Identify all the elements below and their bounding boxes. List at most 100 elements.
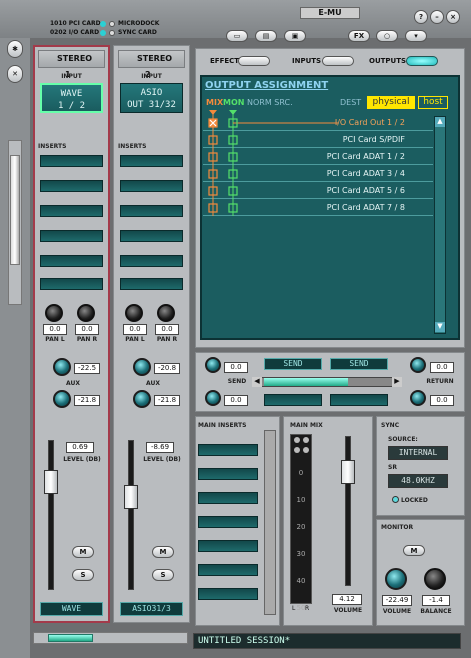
send-1-knob[interactable] — [205, 357, 221, 373]
strip-2-input-selector[interactable]: ASIO OUT 31/32 — [120, 83, 183, 113]
output-scrollbar[interactable] — [434, 116, 446, 334]
send-balance-fill — [264, 378, 348, 386]
send-insert-slot[interactable] — [264, 394, 322, 406]
strip-1-input-selector[interactable]: WAVE 1 / 2 — [40, 83, 103, 113]
send-2-value[interactable]: 0.0 — [224, 395, 248, 406]
tab-outputs-toggle[interactable] — [406, 56, 438, 66]
help-button[interactable]: ? — [414, 10, 428, 24]
main-inserts-scrollbar[interactable] — [264, 430, 276, 615]
tab-effect-toggle[interactable] — [238, 56, 270, 66]
strip-1-insert-slot[interactable] — [40, 155, 103, 167]
minimize-button[interactable]: – — [430, 10, 444, 24]
open-session-button[interactable]: ▤ — [255, 30, 277, 42]
main-insert-slot[interactable] — [198, 492, 258, 504]
strip-2-aux2-knob[interactable] — [133, 390, 151, 408]
main-insert-slot[interactable] — [198, 540, 258, 552]
over-led-l — [294, 447, 300, 453]
close-button[interactable]: × — [446, 10, 460, 24]
tab-inputs-toggle[interactable] — [322, 56, 354, 66]
monitor-volume-knob[interactable] — [385, 568, 407, 590]
send-1-value[interactable]: 0.0 — [224, 362, 248, 373]
main-insert-slot[interactable] — [198, 444, 258, 456]
strip-1-mute-button[interactable]: M — [72, 546, 94, 558]
strip-2-aux1-knob[interactable] — [133, 358, 151, 376]
strip-1-level-value[interactable]: 0.69 — [66, 442, 94, 453]
menu-arrow-button[interactable]: ▾ — [405, 30, 427, 42]
main-volume-value[interactable]: 4.12 — [332, 594, 362, 605]
save-session-button[interactable]: ▣ — [284, 30, 306, 42]
strip-1-pan-l-knob[interactable] — [45, 304, 63, 322]
send-insert-slot[interactable] — [330, 394, 388, 406]
strip-2-header[interactable]: STEREO 2 — [118, 50, 185, 79]
strip-1-solo-button[interactable]: S — [72, 569, 94, 581]
strip-1-insert-slot[interactable] — [40, 255, 103, 267]
strip-2-pan-r-value[interactable]: 0.0 — [155, 324, 179, 335]
monitor-mute-button[interactable]: M — [403, 545, 425, 556]
return-1-value[interactable]: 0.0 — [430, 362, 454, 373]
strip-1-insert-slot[interactable] — [40, 278, 103, 290]
strip-2-insert-slot[interactable] — [120, 205, 183, 217]
strip-1-fader-handle[interactable] — [44, 470, 58, 494]
return-2-value[interactable]: 0.0 — [430, 395, 454, 406]
strip-2-level-value[interactable]: -8.69 — [146, 442, 174, 453]
strip-2-aux2-value[interactable]: -21.8 — [154, 395, 180, 406]
main-fader-handle[interactable] — [341, 460, 355, 484]
strip-2-pan-r-knob[interactable] — [157, 304, 175, 322]
strip-2-solo-button[interactable]: S — [152, 569, 174, 581]
monitor-balance-knob[interactable] — [424, 568, 446, 590]
main-volume-label: VOLUME — [333, 607, 363, 614]
pin-button[interactable]: ✱ — [7, 40, 23, 58]
strip-1-aux1-knob[interactable] — [53, 358, 71, 376]
settings-button[interactable]: ○ — [376, 30, 398, 42]
strip-1-pan-r-value[interactable]: 0.0 — [75, 324, 99, 335]
strip-1-pan-r-knob[interactable] — [77, 304, 95, 322]
strip-2-insert-slot[interactable] — [120, 278, 183, 290]
strip-2-name[interactable]: ASIO31/3 — [120, 602, 183, 616]
tab-effect[interactable]: EFFECT — [210, 57, 239, 65]
strip-2-insert-slot[interactable] — [120, 155, 183, 167]
strip-1-insert-slot[interactable] — [40, 205, 103, 217]
strip-1-aux1-value[interactable]: -22.5 — [74, 363, 100, 374]
main-insert-slot[interactable] — [198, 564, 258, 576]
new-session-button[interactable]: ▭ — [226, 30, 248, 42]
strip-1-name[interactable]: WAVE — [40, 602, 103, 616]
strip-2-insert-slot[interactable] — [120, 255, 183, 267]
strip-2-fader-handle[interactable] — [124, 485, 138, 509]
scrollbar-thumb[interactable] — [10, 155, 20, 265]
main-insert-slot[interactable] — [198, 468, 258, 480]
monitor-volume-value[interactable]: -22.49 — [382, 595, 412, 606]
scroll-up-icon[interactable]: ▲ — [435, 117, 445, 127]
strip-1-aux2-knob[interactable] — [53, 390, 71, 408]
send-2-knob[interactable] — [205, 390, 221, 406]
slider-right-icon[interactable]: ▶ — [392, 377, 402, 387]
send-a-slot[interactable]: SEND — [264, 358, 322, 370]
tab-outputs[interactable]: OUTPUTS — [369, 57, 406, 65]
strip-2-aux1-value[interactable]: -20.8 — [154, 363, 180, 374]
strip-1-header[interactable]: STEREO 1 — [38, 50, 105, 79]
strip-2-pan-l-value[interactable]: 0.0 — [123, 324, 147, 335]
hscroll-thumb[interactable] — [48, 634, 93, 642]
scroll-down-icon[interactable]: ▼ — [435, 322, 445, 332]
main-insert-slot[interactable] — [198, 516, 258, 528]
strip-1-pan-l-value[interactable]: 0.0 — [43, 324, 67, 335]
strip-2-pan-l-knob[interactable] — [125, 304, 143, 322]
strip-1-aux2-value[interactable]: -21.8 — [74, 395, 100, 406]
main-insert-slot[interactable] — [198, 588, 258, 600]
monitor-balance-value[interactable]: -1.4 — [422, 595, 450, 606]
fx-button[interactable]: FX — [348, 30, 370, 42]
strip-1-insert-slot[interactable] — [40, 180, 103, 192]
session-name[interactable]: UNTITLED SESSION* — [193, 633, 461, 649]
strip-2-mute-button[interactable]: M — [152, 546, 174, 558]
sync-source-value[interactable]: INTERNAL — [388, 446, 448, 460]
tab-inputs[interactable]: INPUTS — [292, 57, 321, 65]
send-b-slot[interactable]: SEND — [330, 358, 388, 370]
collapse-button[interactable]: ✕ — [7, 65, 23, 83]
microdock-led — [109, 21, 115, 27]
strip-2-insert-slot[interactable] — [120, 180, 183, 192]
sample-rate-value[interactable]: 48.0KHZ — [388, 474, 448, 488]
strip-1-insert-slot[interactable] — [40, 230, 103, 242]
return-2-knob[interactable] — [410, 390, 426, 406]
strip-2-insert-slot[interactable] — [120, 230, 183, 242]
slider-left-icon[interactable]: ◀ — [252, 377, 262, 387]
return-1-knob[interactable] — [410, 357, 426, 373]
